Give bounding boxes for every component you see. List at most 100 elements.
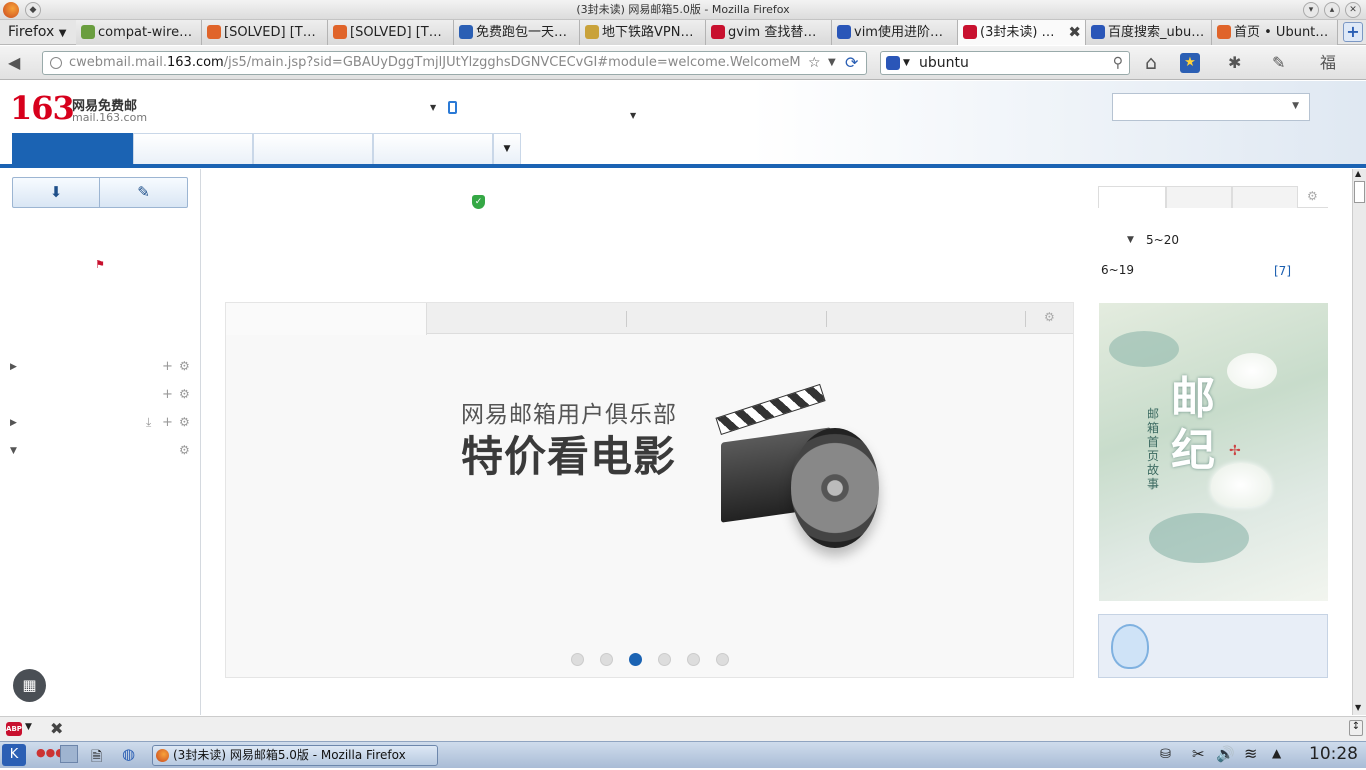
close-window-button[interactable]: ✕ (1345, 2, 1361, 18)
browser-tab[interactable]: [SOLVED] [T… (328, 20, 454, 45)
gear-icon[interactable]: ⚙ (179, 443, 190, 457)
home-icon[interactable]: ⌂ (1145, 52, 1157, 74)
collapse-arrow-icon[interactable]: ▼ (1127, 235, 1134, 245)
carousel-dot[interactable] (571, 653, 584, 666)
scroll-down-icon[interactable]: ▼ (1355, 703, 1361, 712)
gear-icon[interactable]: ⚙ (179, 359, 190, 373)
feedback-card[interactable] (1098, 614, 1328, 678)
right-tab-weather[interactable] (1098, 186, 1166, 208)
add-tag-icon[interactable]: + (162, 387, 173, 402)
gear-icon[interactable]: ⚙ (1307, 189, 1318, 203)
url-bar[interactable]: cwebmail.mail.163.com/js5/main.jsp?sid=G… (42, 51, 867, 75)
firefox-menu-button[interactable]: Firefox ▼ (0, 20, 72, 45)
file-manager-icon[interactable]: 🗎 (91, 746, 102, 770)
compose-mail-button[interactable]: ✎ (100, 178, 187, 207)
window-menu-button[interactable]: ◆ (25, 2, 41, 18)
browser-tab[interactable]: 首页 • Ubunt… (1212, 20, 1338, 45)
volume-icon[interactable]: 🔊 (1216, 745, 1235, 763)
chevron-down-icon[interactable]: ▼ (25, 722, 32, 732)
tab-apps[interactable] (373, 133, 493, 165)
right-tab-3[interactable] (1232, 186, 1298, 208)
wifi-icon[interactable]: ≋ (1244, 744, 1257, 763)
banner-tab-1[interactable] (226, 303, 427, 335)
add-folder-icon[interactable]: + (162, 359, 173, 374)
web-search-input[interactable]: ▼ ubuntu ⚲ (880, 51, 1130, 75)
url-path: /js5/main.jsp?sid=GBAUyDggTmjlJUtYlzgghs… (223, 55, 801, 70)
pen-icon[interactable]: ✎ (1272, 52, 1285, 74)
red-flag-icon[interactable]: ⚑ (95, 258, 105, 271)
maximize-button[interactable]: ▴ (1324, 2, 1340, 18)
tab-label: [SOLVED] [T… (350, 25, 442, 40)
browser-tab[interactable]: 免费跑包一天… (454, 20, 580, 45)
bookmark-star-icon[interactable]: ☆ (808, 52, 821, 74)
browser-tab[interactable]: 百度搜索_ubu… (1086, 20, 1212, 45)
scroll-up-icon[interactable]: ▲ (1355, 169, 1361, 178)
tab-inbox[interactable] (133, 133, 253, 165)
firefox-icon (156, 749, 169, 762)
carousel-dot[interactable] (716, 653, 729, 666)
tab-home[interactable] (12, 133, 133, 165)
close-tab-icon[interactable]: ✖ (1068, 20, 1081, 45)
mascot-icon (1111, 624, 1149, 669)
download-icon[interactable]: ⤓ (146, 415, 151, 430)
expand-arrow-icon[interactable]: ▶ (10, 418, 17, 428)
collapse-arrow-icon[interactable]: ▼ (10, 446, 17, 456)
receive-mail-button[interactable]: ⬇ (13, 178, 100, 207)
header-select[interactable]: ▼ (1112, 93, 1310, 121)
promo-banner[interactable]: ⚙ 网易邮箱用户俱乐部 特价看电影 (225, 302, 1074, 678)
addon-icon[interactable]: 福 (1320, 52, 1336, 74)
app-grid-icon[interactable]: ▦ (13, 669, 46, 702)
url-domain: 163.com (167, 55, 224, 70)
kde-menu-icon[interactable]: K (2, 744, 26, 766)
lotus-pad-shape (1109, 331, 1179, 367)
browser-tab[interactable]: [SOLVED] [T… (202, 20, 328, 45)
tray-disk-icon[interactable]: ⛁ (1160, 747, 1171, 762)
carousel-dot[interactable] (629, 653, 642, 666)
tool-icon[interactable]: ✱ (1228, 52, 1241, 74)
browser-tab[interactable]: gvim 查找替… (706, 20, 832, 45)
story-card[interactable]: 邮纪 邮箱首页故事 ✢ (1099, 303, 1328, 601)
right-tab-2[interactable] (1166, 186, 1232, 208)
browser-tab[interactable]: 地下铁路VPN… (580, 20, 706, 45)
tray-expand-icon[interactable]: ▲ (1272, 746, 1281, 760)
tab-contacts[interactable] (253, 133, 373, 165)
search-icon[interactable]: ⚲ (1113, 52, 1123, 74)
back-arrow-icon[interactable]: ◀ (8, 52, 20, 74)
count-link[interactable]: [7] (1274, 264, 1291, 278)
taskbar-clock[interactable]: 10:28 (1309, 744, 1358, 764)
carousel-dot[interactable] (687, 653, 700, 666)
account-dropdown-icon[interactable]: ▼ (430, 103, 436, 112)
resize-grip-icon[interactable]: ↕ (1349, 720, 1363, 736)
lotus-flower-shape (1227, 353, 1277, 389)
add-icon[interactable]: + (162, 415, 173, 430)
minimize-button[interactable]: ▾ (1303, 2, 1319, 18)
tab-more-button[interactable]: ▼ (493, 133, 521, 165)
security-shield-icon[interactable]: ✓ (472, 195, 485, 209)
new-tab-icon[interactable]: + (1343, 22, 1363, 42)
carousel-dot[interactable] (600, 653, 613, 666)
page-scrollbar[interactable]: ▲ ▼ (1352, 169, 1366, 715)
expand-arrow-icon[interactable]: ▶ (10, 362, 17, 372)
more-dropdown-icon[interactable]: ▼ (630, 111, 636, 120)
tray-tools-icon[interactable]: ✂ (1192, 745, 1205, 763)
browser-tab[interactable]: compat-wire… (76, 20, 202, 45)
network-globe-icon[interactable]: ◍ (122, 745, 135, 763)
carousel-dot[interactable] (658, 653, 671, 666)
reload-icon[interactable]: ⟳ (845, 52, 858, 74)
bookmarks-icon[interactable]: ★ (1180, 53, 1200, 73)
mobile-icon[interactable] (448, 101, 457, 114)
banner-title: 特价看电影 (461, 432, 677, 481)
adblock-icon[interactable]: ABP (6, 722, 22, 736)
gear-icon[interactable]: ⚙ (179, 387, 190, 401)
history-dropdown-icon[interactable]: ▼ (828, 52, 836, 74)
close-icon[interactable]: ✖ (50, 719, 63, 738)
gear-icon[interactable]: ⚙ (1044, 310, 1055, 324)
taskbar-firefox-window[interactable]: (3封未读) 网易邮箱5.0版 - Mozilla Firefox (152, 745, 438, 766)
addon-bar: ABP ▼ ✖ ↕ (0, 716, 1366, 741)
gear-icon[interactable]: ⚙ (179, 415, 190, 429)
browser-tab[interactable]: (3封未读) … ✖ (958, 20, 1086, 45)
scroll-thumb[interactable] (1354, 181, 1365, 203)
browser-tab[interactable]: vim使用进阶… (832, 20, 958, 45)
pager-icon[interactable] (60, 745, 78, 763)
logo-163[interactable]: 163 (10, 89, 75, 127)
